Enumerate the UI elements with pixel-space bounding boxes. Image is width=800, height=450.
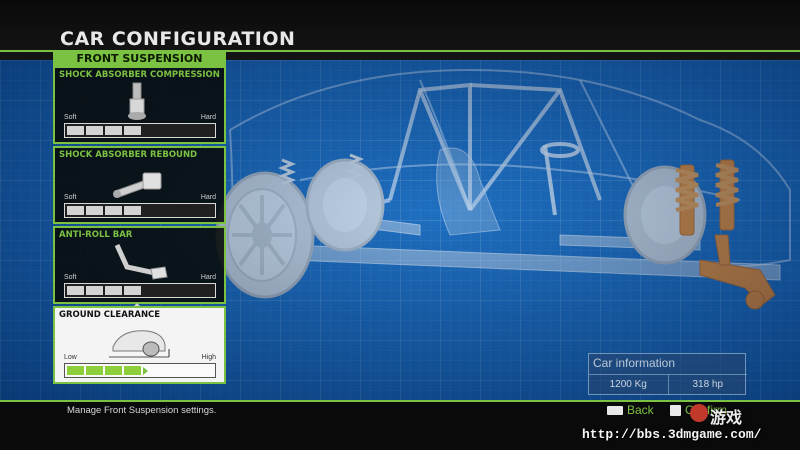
car-information-box: Car information 1200 Kg 318 hp	[588, 353, 747, 395]
scale-max-label: Hard	[200, 114, 216, 121]
slider-segment	[86, 286, 103, 295]
slider-segment	[86, 206, 103, 215]
scale-min-label: Soft	[64, 274, 77, 281]
anti-roll-bar-icon	[114, 243, 168, 280]
slider-segment	[124, 126, 141, 135]
back-button[interactable]: Back	[607, 402, 654, 418]
scale-max-label: High	[201, 354, 216, 361]
ground-clearance-icon	[109, 330, 170, 358]
watermark-badge-icon	[690, 404, 708, 422]
setting-label: ANTI-ROLL BAR	[59, 230, 133, 240]
rebound-arm-icon	[113, 172, 162, 198]
slider-segment	[124, 206, 141, 215]
back-label: Back	[627, 403, 654, 417]
setting-anti-roll-bar[interactable]: ANTI-ROLL BAR Soft Hard	[53, 226, 226, 309]
enter-key-icon	[670, 404, 681, 416]
watermark-url: http://bbs.3dmgame.com/	[582, 427, 762, 442]
setting-shock-rebound[interactable]: SHOCK ABSORBER REBOUND Soft Hard	[53, 146, 226, 224]
car-info-row: 1200 Kg 318 hp	[589, 374, 747, 395]
car-power: 318 hp	[667, 375, 748, 395]
setting-shock-compression[interactable]: SHOCK ABSORBER COMPRESSION Soft Hard	[53, 66, 226, 144]
slider-segment	[124, 286, 141, 295]
watermark-logo: 游戏	[710, 408, 743, 427]
slider-segment	[124, 366, 141, 375]
scale-min-label: Soft	[64, 114, 77, 121]
slider-segment	[86, 366, 103, 375]
scale-min-label: Soft	[64, 194, 77, 201]
slider-segment	[86, 126, 103, 135]
setting-label: SHOCK ABSORBER REBOUND	[59, 150, 198, 160]
page-title: CAR CONFIGURATION	[60, 28, 296, 50]
help-text: Manage Front Suspension settings.	[67, 405, 217, 416]
footer-bar: Manage Front Suspension settings. Back C…	[0, 402, 800, 450]
scale-min-label: Low	[64, 354, 77, 361]
setting-label: GROUND CLEARANCE	[59, 310, 161, 320]
slider-segment	[67, 126, 84, 135]
slider-segment	[67, 206, 84, 215]
slider-segment	[105, 286, 122, 295]
setting-label: SHOCK ABSORBER COMPRESSION	[59, 70, 220, 80]
car-info-title: Car information	[593, 356, 676, 370]
compression-slider[interactable]	[64, 123, 216, 138]
slider-segment	[67, 286, 84, 295]
slider-segment	[105, 206, 122, 215]
scale-max-label: Hard	[200, 194, 216, 201]
ground-clearance-slider[interactable]	[64, 363, 216, 378]
slider-segment	[105, 366, 122, 375]
car-weight: 1200 Kg	[609, 379, 647, 390]
slider-segment	[67, 366, 84, 375]
scale-max-label: Hard	[200, 274, 216, 281]
anti-roll-slider[interactable]	[64, 283, 216, 298]
slider-segment	[105, 126, 122, 135]
rebound-slider[interactable]	[64, 203, 216, 218]
slider-marker-icon	[143, 367, 148, 375]
setting-ground-clearance[interactable]: GROUND CLEARANCE Low High	[53, 306, 226, 384]
backspace-key-icon	[607, 405, 623, 415]
front-suspension-panel: FRONT SUSPENSION SHOCK ABSORBER COMPRESS…	[53, 50, 226, 386]
shock-absorber-icon	[128, 82, 146, 120]
